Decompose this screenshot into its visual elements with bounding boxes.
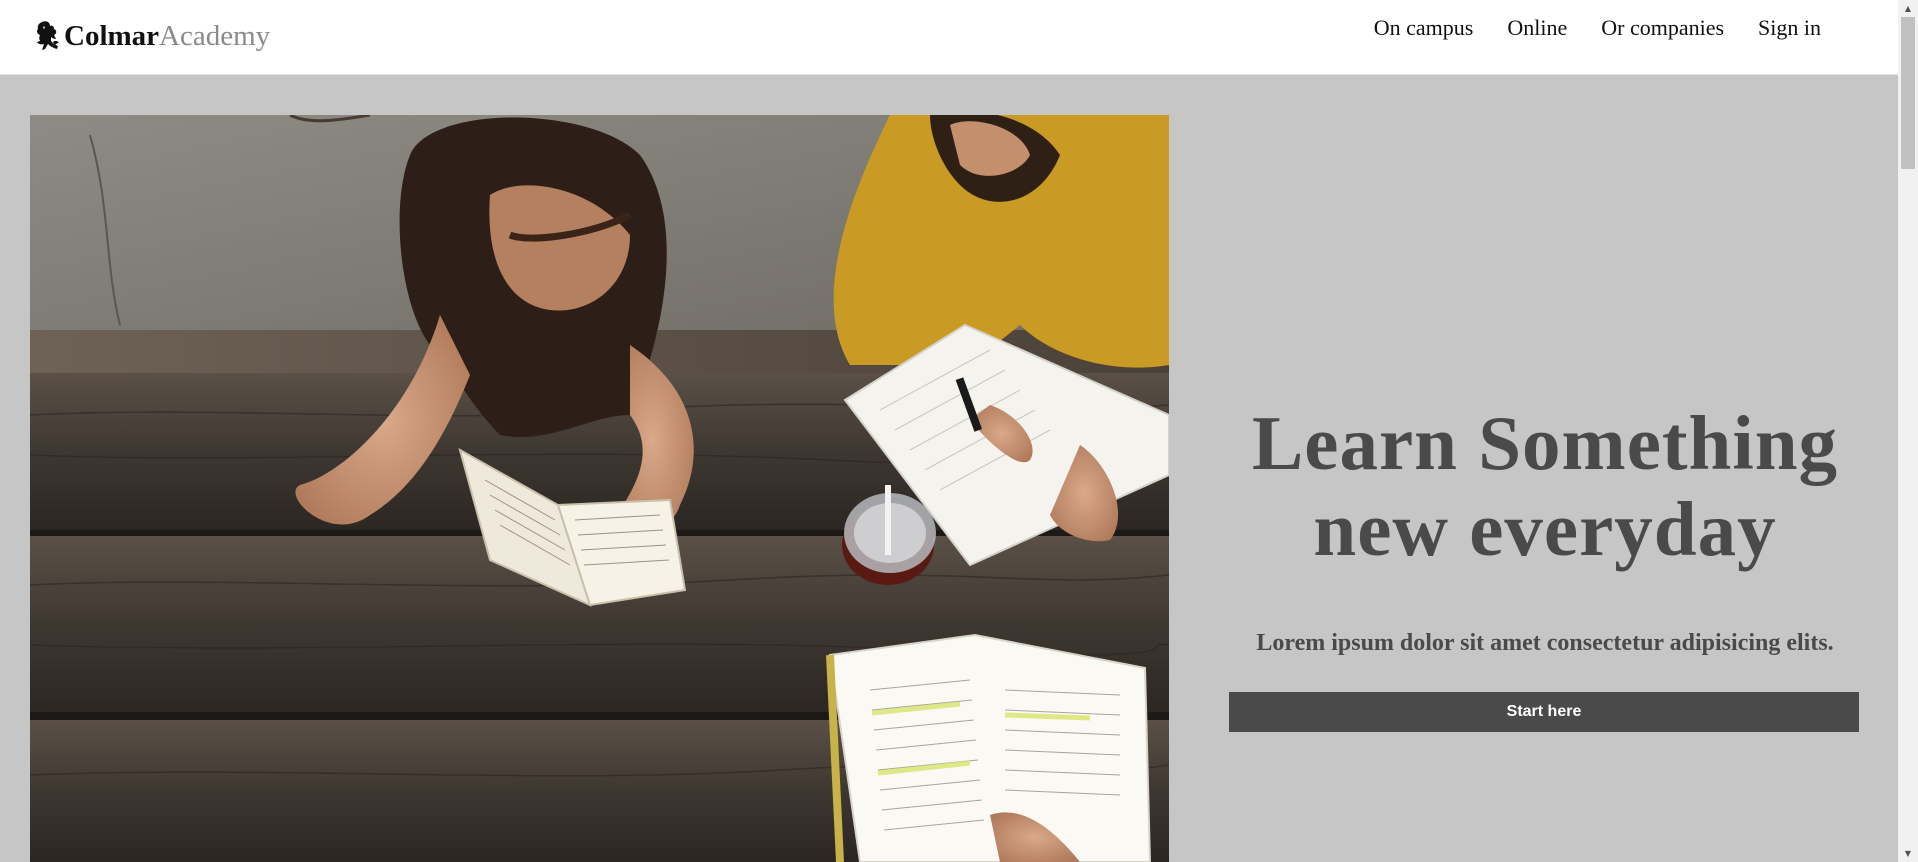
nav-sign-in[interactable]: Sign in — [1741, 14, 1838, 42]
students-studying-illustration — [30, 115, 1169, 862]
main-nav: On campus Online Or companies Sign in — [1357, 14, 1838, 42]
hero-headline: Learn Something new everyday — [1230, 400, 1860, 572]
site-logo[interactable]: Colmar Academy — [33, 16, 270, 56]
nav-or-companies[interactable]: Or companies — [1584, 14, 1741, 42]
site-header: Colmar Academy On campus Online Or compan… — [0, 0, 1898, 75]
start-here-button[interactable]: Start here — [1229, 692, 1859, 732]
nav-online[interactable]: Online — [1490, 14, 1584, 42]
hero-subline: Lorem ipsum dolor sit amet consectetur a… — [1256, 630, 1834, 656]
rearing-lion-icon — [36, 21, 59, 50]
logo-text-light: Academy — [159, 19, 271, 52]
hero-headline-line2: new everyday — [1313, 486, 1777, 572]
scroll-up-arrow-icon[interactable]: ▲ — [1898, 0, 1918, 17]
hero-headline-line1: Learn Something — [1251, 400, 1839, 486]
hero-image — [30, 115, 1169, 862]
page-scrollbar[interactable]: ▲ ▼ — [1898, 0, 1918, 862]
scroll-down-arrow-icon[interactable]: ▼ — [1898, 845, 1918, 862]
hero-text: Learn Something new everyday Lorem ipsum… — [1230, 400, 1860, 657]
scrollbar-thumb[interactable] — [1901, 17, 1915, 169]
page: Colmar Academy On campus Online Or compan… — [0, 0, 1918, 862]
logo-text-strong: Colmar — [64, 19, 160, 52]
nav-on-campus[interactable]: On campus — [1357, 14, 1491, 42]
